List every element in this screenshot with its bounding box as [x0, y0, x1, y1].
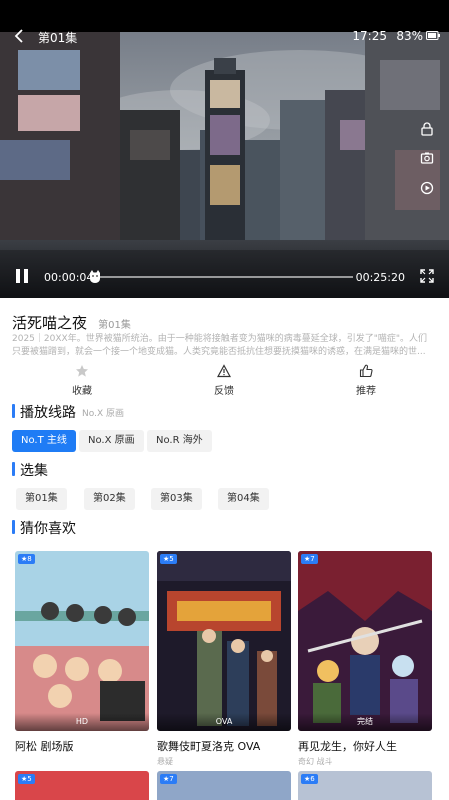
- feedback-label: 反馈: [214, 386, 234, 397]
- rating-badge: ★7: [301, 554, 318, 564]
- route-chip-original[interactable]: No.X 原画: [79, 430, 144, 452]
- recommend-card[interactable]: ★7 完结 再见龙生，你好人生 奇幻 战斗: [298, 551, 434, 767]
- episode-chip-1[interactable]: 第01集: [16, 488, 67, 510]
- recommend-card-peek[interactable]: ★5: [15, 771, 149, 800]
- synopsis[interactable]: 2025｜20XX年。世界被猫所统治。由于一种能将接触者变为猫咪的病毒蔓延全球，…: [12, 333, 432, 359]
- seek-handle-cat-icon[interactable]: [88, 269, 102, 283]
- chevron-left-icon[interactable]: [12, 28, 28, 44]
- quality-badge: OVA: [157, 713, 291, 731]
- battery-icon: [426, 31, 440, 40]
- recommend-card-peek[interactable]: ★6: [298, 771, 432, 800]
- favorite-label: 收藏: [72, 386, 92, 397]
- recommend-heading: 猜你喜欢: [20, 521, 76, 537]
- section-accent-bar: [12, 404, 15, 418]
- feedback-button[interactable]: 反馈: [194, 364, 254, 397]
- current-time: 00:00:04: [44, 271, 94, 284]
- rating-badge: ★7: [160, 774, 177, 784]
- screenshot-icon[interactable]: [419, 150, 435, 166]
- card-title: 阿松 剧场版: [15, 740, 74, 753]
- recommend-card-peek[interactable]: ★7: [157, 771, 291, 800]
- poster-image: ★5 OVA: [157, 551, 291, 731]
- record-icon[interactable]: [419, 180, 435, 196]
- episode-chip-3[interactable]: 第03集: [151, 488, 202, 510]
- card-genre: 奇幻 战斗: [298, 757, 333, 766]
- route-chip-main[interactable]: No.T 主线: [12, 430, 76, 452]
- quality-badge: HD: [15, 713, 149, 731]
- duration: 00:25:20: [355, 271, 405, 284]
- favorite-button[interactable]: 收藏: [52, 364, 112, 397]
- star-icon: [76, 365, 88, 377]
- action-bar: 收藏 反馈 推荐: [0, 364, 449, 398]
- recommend-label: 推荐: [356, 386, 376, 397]
- poster-image: ★8 HD: [15, 551, 149, 731]
- section-accent-bar: [12, 520, 15, 534]
- recommend-card[interactable]: ★5 OVA 歌舞伎町夏洛克 OVA 悬疑: [157, 551, 293, 767]
- lock-icon[interactable]: [419, 121, 435, 137]
- seek-bar[interactable]: [97, 276, 353, 278]
- status-clock: 17:25: [352, 29, 387, 43]
- video-player[interactable]: 第01集 17:25 83% 00:00:04 00:25:20: [0, 0, 449, 298]
- episode-chip-4[interactable]: 第04集: [218, 488, 269, 510]
- recommend-card[interactable]: ★8 HD 阿松 剧场版: [15, 551, 151, 756]
- fullscreen-icon[interactable]: [419, 268, 435, 284]
- episode-tag: 第01集: [98, 320, 131, 331]
- warning-icon: [217, 364, 231, 378]
- thumbs-up-icon: [359, 364, 373, 378]
- section-accent-bar: [12, 462, 15, 476]
- rating-badge: ★5: [160, 554, 177, 564]
- card-title: 再见龙生，你好人生: [298, 740, 397, 753]
- route-chip-overseas[interactable]: No.R 海外: [147, 430, 212, 452]
- episode-chip-2[interactable]: 第02集: [84, 488, 135, 510]
- recommend-button[interactable]: 推荐: [336, 364, 396, 397]
- player-controls: 00:00:04 00:25:20: [0, 262, 449, 292]
- show-title: 活死喵之夜: [12, 314, 88, 332]
- battery-level: 83%: [396, 29, 423, 43]
- status-badge: 完结: [298, 713, 432, 731]
- card-title: 歌舞伎町夏洛克 OVA: [157, 740, 261, 753]
- rating-badge: ★6: [301, 774, 318, 784]
- episode-title: 第01集: [38, 31, 78, 45]
- route-heading: 播放线路: [20, 405, 76, 421]
- episode-heading: 选集: [20, 463, 48, 479]
- card-genre: 悬疑: [157, 757, 173, 766]
- player-top-bar: 第01集 17:25 83%: [0, 26, 449, 48]
- poster-image: ★7 完结: [298, 551, 432, 731]
- pause-icon[interactable]: [14, 267, 30, 285]
- route-subheading: No.X 原画: [82, 409, 124, 419]
- rating-badge: ★5: [18, 774, 35, 784]
- rating-badge: ★8: [18, 554, 35, 564]
- show-title-row: 活死喵之夜 第01集: [12, 312, 131, 333]
